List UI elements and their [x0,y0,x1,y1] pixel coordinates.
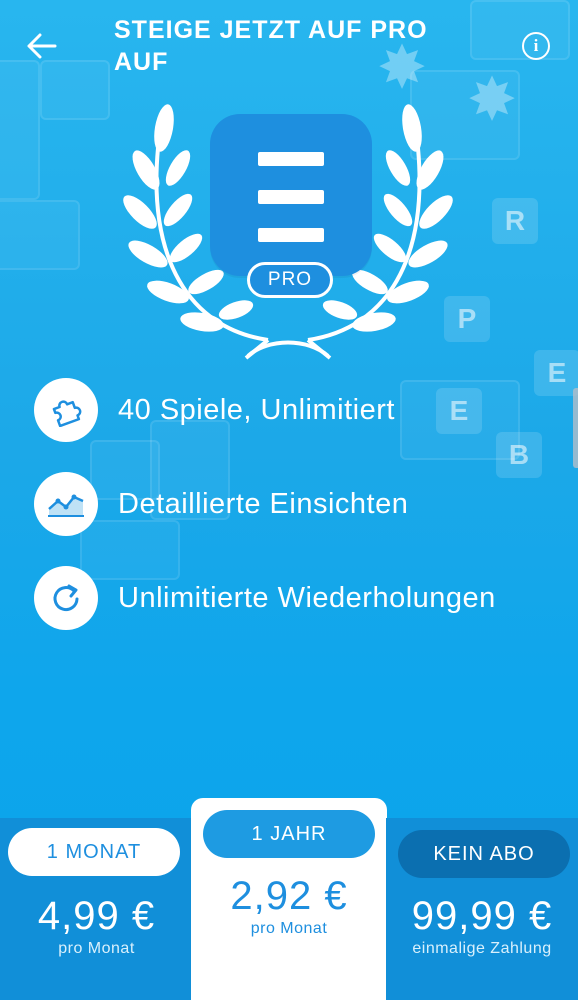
feature-label: Unlimitierte Wiederholungen [118,582,496,614]
plan-monthly-label[interactable]: 1 MONAT [8,828,180,876]
plan-lifetime[interactable]: KEIN ABO 99,99 € einmalige Zahlung [386,818,578,1000]
plan-yearly-label[interactable]: 1 JAHR [203,810,375,858]
plan-monthly[interactable]: 1 MONAT 4,99 € pro Monat [0,818,193,1000]
info-icon: i [533,36,539,55]
plan-yearly-period: pro Monat [250,920,328,937]
feature-unlimited-replays: Unlimitierte Wiederholungen [34,566,538,630]
app-icon [210,114,372,276]
pro-badge: PRO [247,262,333,298]
puzzle-icon [34,378,98,442]
chart-icon [34,472,98,536]
page-title: STEIGE JETZT AUF PRO AUF [114,16,428,76]
plan-monthly-price: 4,99 € [37,894,156,938]
feature-label: Detaillierte Einsichten [118,488,409,520]
refresh-icon [34,566,98,630]
plan-yearly[interactable]: 1 JAHR 2,92 € pro Monat [191,798,387,1000]
feature-label: 40 Spiele, Unlimitiert [118,394,395,426]
plan-lifetime-label[interactable]: KEIN ABO [398,830,570,878]
arrow-left-icon [27,33,57,59]
plan-yearly-price: 2,92 € [230,874,348,918]
feature-unlimited-games: 40 Spiele, Unlimitiert [34,378,538,442]
back-button[interactable] [22,26,62,66]
plan-lifetime-price: 99,99 € [411,894,553,938]
plan-lifetime-period: einmalige Zahlung [412,940,552,957]
info-button[interactable]: i [522,32,550,60]
plan-monthly-period: pro Monat [58,940,135,957]
scrollbar[interactable] [573,388,578,468]
feature-insights: Detaillierte Einsichten [34,472,538,536]
